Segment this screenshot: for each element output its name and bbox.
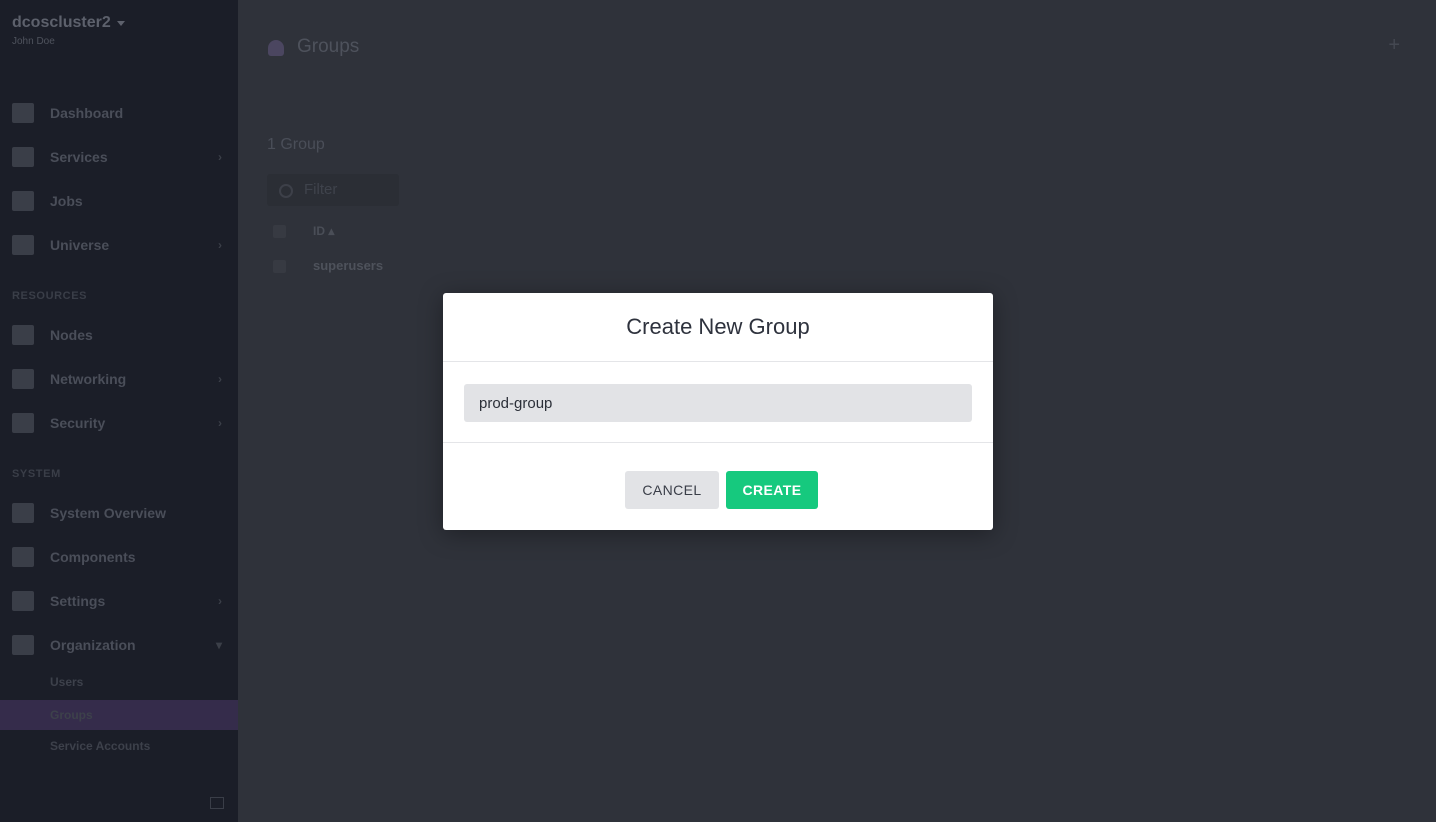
sidebar-item-label: Organization: [50, 637, 136, 653]
group-id-input[interactable]: [464, 384, 972, 422]
sidebar-item-label: Jobs: [50, 193, 83, 209]
row-checkbox[interactable]: [273, 260, 286, 273]
create-button[interactable]: CREATE: [726, 471, 818, 509]
column-header-id[interactable]: ID ▴: [313, 224, 334, 238]
sidebar-item-label: Dashboard: [50, 105, 124, 121]
sidebar-item-label: Settings: [50, 593, 106, 609]
sidebar-item-nodes[interactable]: Nodes: [0, 317, 238, 353]
sidebar-subitem-users[interactable]: Users: [50, 675, 83, 689]
sidebar-subitem-service-accounts[interactable]: Service Accounts: [50, 739, 150, 753]
sidebar-item-security[interactable]: Security ›: [0, 405, 238, 441]
jobs-icon: [12, 191, 34, 211]
chevron-right-icon: ›: [218, 150, 222, 164]
user-name: John Doe: [12, 36, 55, 47]
sidebar-collapse-icon[interactable]: [210, 797, 224, 809]
services-icon: [12, 147, 34, 167]
modal-header: Create New Group: [443, 293, 993, 362]
sidebar-item-components[interactable]: Components: [0, 539, 238, 575]
sidebar-item-label: Nodes: [50, 327, 93, 343]
sidebar-item-label: Networking: [50, 371, 127, 387]
search-icon: [279, 184, 293, 198]
gear-icon: [12, 591, 34, 611]
column-header-label: ID: [313, 224, 325, 238]
sidebar-item-label: Security: [50, 415, 106, 431]
system-overview-icon: [12, 503, 34, 523]
sidebar-item-label: System Overview: [50, 505, 166, 521]
sidebar-item-networking[interactable]: Networking ›: [0, 361, 238, 397]
sort-ascending-icon: ▴: [328, 224, 335, 238]
group-count: 1 Group: [267, 136, 325, 153]
sidebar-item-label: Universe: [50, 237, 110, 253]
chevron-down-icon: ▾: [215, 638, 222, 652]
active-item-highlight: [0, 700, 238, 730]
modal-title: Create New Group: [626, 314, 810, 339]
sidebar-item-organization[interactable]: Organization ▾: [0, 627, 238, 663]
organization-icon: [12, 635, 34, 655]
sidebar-item-system-overview[interactable]: System Overview: [0, 495, 238, 531]
universe-icon: [12, 235, 34, 255]
chevron-down-icon: [116, 20, 125, 26]
modal-footer: CANCEL CREATE: [443, 443, 993, 531]
components-icon: [12, 547, 34, 567]
chevron-right-icon: ›: [218, 594, 222, 608]
filter-input[interactable]: Filter: [267, 174, 399, 206]
nodes-icon: [12, 325, 34, 345]
table-row[interactable]: superusers: [313, 258, 383, 273]
sidebar-item-label: Services: [50, 149, 108, 165]
modal-body: [443, 362, 993, 443]
section-title-system: SYSTEM: [12, 468, 61, 480]
sidebar-subitem-groups[interactable]: Groups: [50, 708, 93, 722]
section-title-resources: RESOURCES: [12, 290, 88, 302]
security-icon: [12, 413, 34, 433]
sidebar: dcoscluster2 John Doe Dashboard Services…: [0, 0, 238, 822]
dashboard-icon: [12, 103, 34, 123]
sidebar-item-services[interactable]: Services ›: [0, 139, 238, 175]
cluster-name: dcoscluster2: [12, 14, 111, 31]
page-title: Groups: [297, 36, 360, 57]
add-group-button[interactable]: +: [1388, 34, 1400, 57]
create-group-modal: Create New Group CANCEL CREATE: [443, 293, 993, 530]
chevron-right-icon: ›: [218, 372, 222, 386]
sidebar-item-dashboard[interactable]: Dashboard: [0, 95, 238, 131]
cluster-header[interactable]: dcoscluster2 John Doe: [12, 14, 125, 47]
networking-icon: [12, 369, 34, 389]
chevron-right-icon: ›: [218, 416, 222, 430]
cancel-button[interactable]: CANCEL: [625, 471, 719, 509]
sidebar-item-label: Components: [50, 549, 136, 565]
select-all-checkbox[interactable]: [273, 225, 286, 238]
filter-placeholder: Filter: [304, 181, 338, 198]
sidebar-item-jobs[interactable]: Jobs: [0, 183, 238, 219]
groups-icon: [268, 40, 284, 56]
sidebar-item-universe[interactable]: Universe ›: [0, 227, 238, 263]
sidebar-item-settings[interactable]: Settings ›: [0, 583, 238, 619]
chevron-right-icon: ›: [218, 238, 222, 252]
